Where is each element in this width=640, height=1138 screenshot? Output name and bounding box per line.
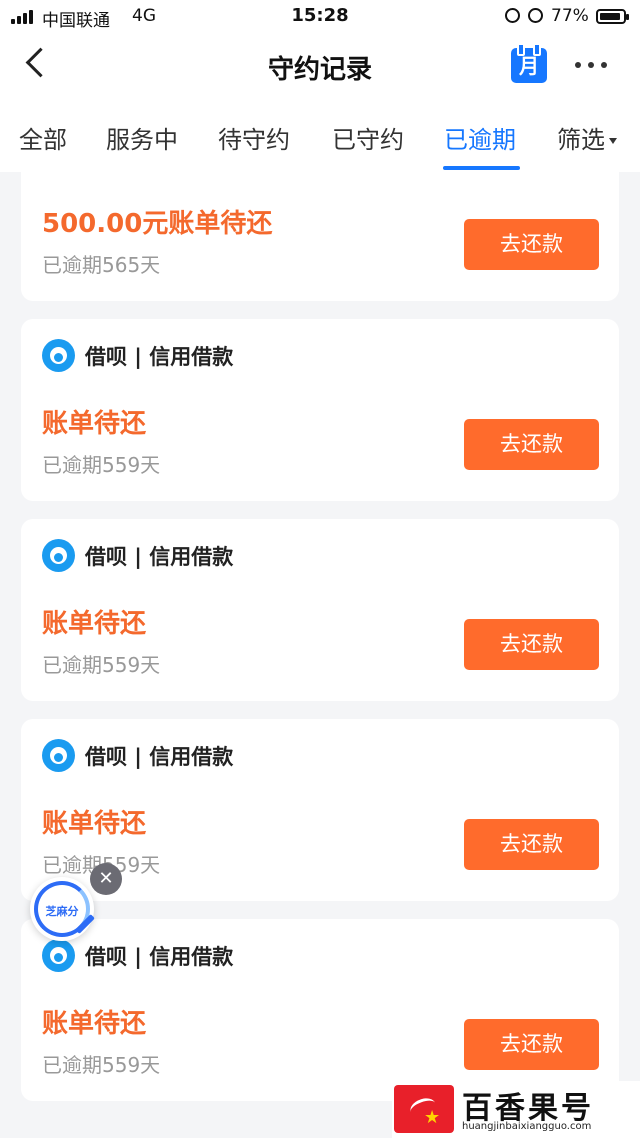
status-time: 15:28	[291, 5, 349, 26]
bill-status: 账单待还	[42, 409, 147, 439]
overdue-days: 已逾期559天	[42, 653, 161, 677]
provider-name: 借呗 | 信用借款	[85, 344, 234, 369]
card-header: 借呗 | 信用借款	[42, 739, 233, 772]
tab-all[interactable]: 全部	[19, 120, 67, 155]
record-card[interactable]: 借呗 | 信用借款 账单待还 已逾期559天 去还款	[21, 519, 619, 701]
watermark-url: huangjinbaixiangguo.com	[462, 1121, 592, 1132]
tab-overdue[interactable]: 已逾期	[444, 120, 516, 155]
provider-name: 借呗 | 信用借款	[85, 944, 234, 969]
close-icon[interactable]: ✕	[90, 863, 122, 895]
tab-kept[interactable]: 已守约	[332, 120, 404, 155]
repay-button[interactable]: 去还款	[464, 1019, 599, 1070]
calendar-month-icon[interactable]: 月	[511, 43, 547, 83]
battery-icon	[596, 9, 629, 24]
provider-name: 借呗 | 信用借款	[85, 544, 234, 569]
jiebei-logo-icon	[42, 939, 75, 972]
repay-button[interactable]: 去还款	[464, 619, 599, 670]
nav-bar: 守约记录 月	[0, 34, 640, 100]
overdue-days: 已逾期565天	[42, 253, 161, 277]
jiebei-logo-icon	[42, 539, 75, 572]
zhima-score-badge[interactable]: 芝麻分	[30, 877, 95, 941]
card-header: 借呗 | 信用借款	[42, 939, 233, 972]
jiebei-logo-icon	[42, 739, 75, 772]
bill-status: 账单待还	[42, 809, 147, 839]
tab-pending[interactable]: 待守约	[218, 120, 290, 155]
bill-status: 账单待还	[42, 609, 147, 639]
tab-in-service[interactable]: 服务中	[106, 120, 178, 155]
repay-button[interactable]: 去还款	[464, 219, 599, 270]
tab-filter[interactable]: 筛选	[557, 120, 617, 155]
caret-down-icon	[609, 138, 617, 144]
record-card[interactable]: 借呗 | 信用借款 账单待还 已逾期559天 去还款	[21, 319, 619, 501]
watermark: ★ 百香果号 huangjinbaixiangguo.com	[392, 1081, 640, 1138]
status-icons	[505, 8, 543, 23]
filter-tabs: 全部 服务中 待守约 已守约 已逾期 筛选	[0, 100, 640, 172]
battery-percent: 77%	[551, 6, 589, 26]
more-icon[interactable]	[575, 62, 607, 68]
record-card[interactable]: 500.00元账单待还 已逾期565天 去还款	[21, 172, 619, 301]
provider-name: 借呗 | 信用借款	[85, 744, 234, 769]
overdue-days: 已逾期559天	[42, 1053, 161, 1077]
card-header: 借呗 | 信用借款	[42, 539, 233, 572]
watermark-logo-icon: ★	[394, 1085, 454, 1133]
bill-status: 账单待还	[42, 1009, 147, 1039]
card-header: 借呗 | 信用借款	[42, 339, 233, 372]
bill-status: 500.00元账单待还	[42, 209, 273, 239]
repay-button[interactable]: 去还款	[464, 819, 599, 870]
orientation-lock-icon	[505, 8, 520, 23]
jiebei-logo-icon	[42, 339, 75, 372]
record-list: 500.00元账单待还 已逾期565天 去还款 借呗 | 信用借款 账单待还 已…	[0, 172, 640, 1138]
record-card[interactable]: 借呗 | 信用借款 账单待还 已逾期559天 去还款	[21, 919, 619, 1101]
overdue-days: 已逾期559天	[42, 453, 161, 477]
alarm-icon	[528, 8, 543, 23]
zhima-label: 芝麻分	[45, 905, 79, 918]
status-bar: 中国联通 4G 15:28 77%	[0, 0, 640, 34]
repay-button[interactable]: 去还款	[464, 419, 599, 470]
filter-label: 筛选	[557, 126, 605, 154]
active-tab-indicator	[443, 166, 520, 170]
